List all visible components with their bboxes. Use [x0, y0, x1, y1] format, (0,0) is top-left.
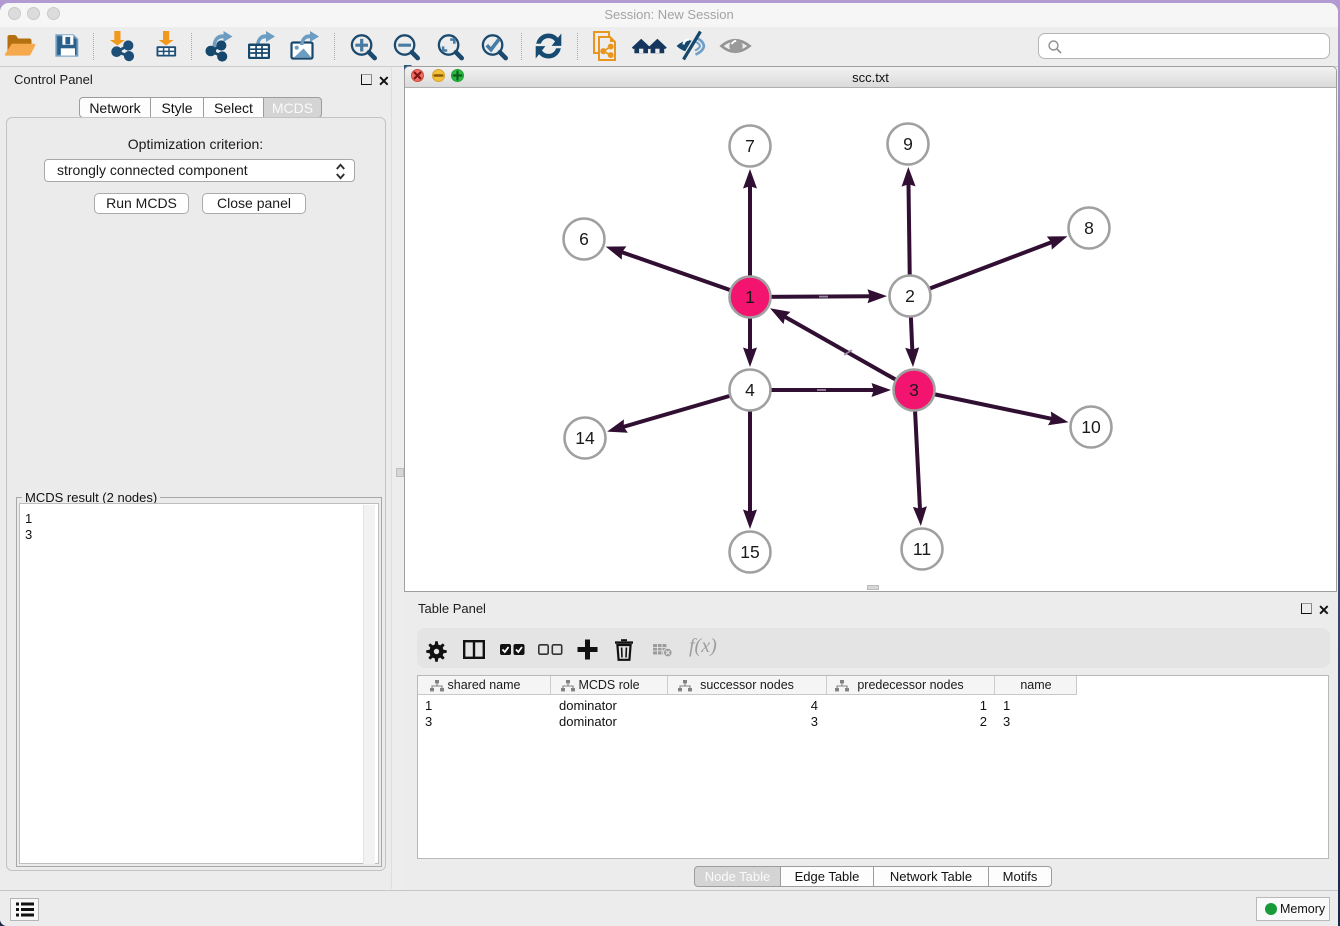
svg-text:9: 9	[903, 134, 913, 154]
svg-text:15: 15	[740, 542, 759, 562]
svg-text:6: 6	[579, 229, 589, 249]
svg-text:10: 10	[1081, 417, 1101, 437]
svg-text:4: 4	[745, 380, 755, 400]
svg-text:8: 8	[1084, 218, 1094, 238]
svg-text:7: 7	[745, 136, 755, 156]
svg-text:11: 11	[913, 539, 931, 559]
svg-text:3: 3	[909, 380, 919, 400]
svg-text:1: 1	[745, 287, 755, 307]
svg-text:2: 2	[905, 286, 915, 306]
svg-text:14: 14	[575, 428, 595, 448]
